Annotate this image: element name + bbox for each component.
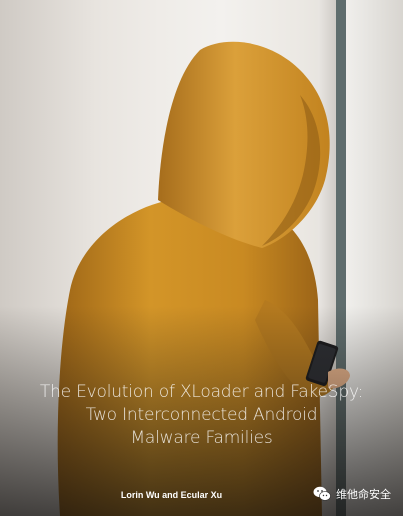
title-line: The Evolution of XLoader and FakeSpy: bbox=[39, 382, 364, 402]
wechat-icon bbox=[313, 486, 331, 501]
title-line: Malware Families bbox=[130, 428, 273, 448]
title-line: Two Interconnected Android bbox=[85, 405, 318, 425]
report-cover: The Evolution of XLoader and FakeSpy: Tw… bbox=[0, 0, 403, 516]
wechat-watermark: 维他命安全 bbox=[313, 486, 391, 502]
report-title: The Evolution of XLoader and FakeSpy: Tw… bbox=[0, 381, 403, 450]
watermark-text: 维他命安全 bbox=[336, 488, 391, 501]
report-authors: Lorin Wu and Ecular Xu bbox=[120, 490, 223, 500]
